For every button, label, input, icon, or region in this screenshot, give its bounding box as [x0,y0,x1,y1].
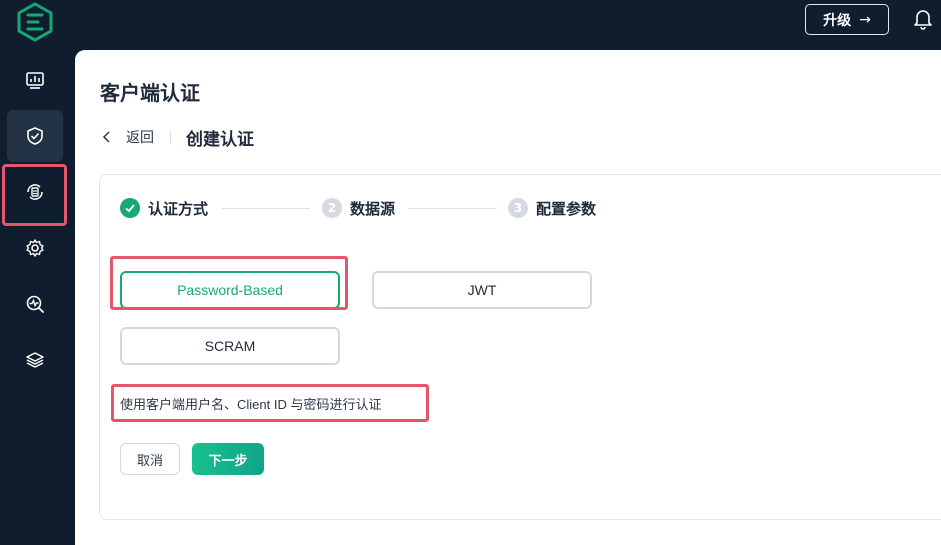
upgrade-label: 升级 [823,12,852,29]
step-data-source: 2 数据源 [322,197,395,219]
breadcrumb: 返回 创建认证 [100,126,254,150]
dashboard-icon [26,72,44,89]
upgrade-button[interactable]: 升级 → [805,4,889,35]
page-title: 客户端认证 [100,81,200,105]
sidebar-item-authentication[interactable] [7,110,63,162]
option-scram[interactable]: SCRAM [120,327,340,365]
layers-icon [26,352,44,368]
sidebar-item-management[interactable] [7,222,63,274]
step-connector [222,208,310,209]
gear-icon [26,239,44,257]
breadcrumb-divider [170,130,171,144]
check-icon [120,198,140,218]
step-number: 2 [322,198,342,218]
bell-icon[interactable] [913,8,933,30]
step-label: 认证方式 [148,199,209,218]
main-content: 客户端认证 返回 创建认证 认证方式 2 数据源 3 配置参数 Password… [75,50,941,545]
step-label: 配置参数 [536,199,597,218]
step-config: 3 配置参数 [508,197,596,219]
top-bar: 升级 → [0,0,941,50]
data-sync-icon [27,184,43,200]
option-jwt[interactable]: JWT [372,271,592,309]
steps-bar: 认证方式 2 数据源 3 配置参数 [120,197,820,219]
sidebar-item-data-integration[interactable] [7,166,63,218]
sidebar [0,50,75,545]
sidebar-item-dashboard[interactable] [7,54,63,106]
auth-description: 使用客户端用户名、Client ID 与密码进行认证 [120,397,382,412]
step-auth-method: 认证方式 [120,197,208,219]
chevron-left-icon[interactable] [100,130,114,144]
app-window: 升级 → 客户端认证 返回 创建认证 认证方式 2 数据源 3 配置参数 Pas… [0,0,941,545]
diagnose-icon [26,295,44,313]
option-password-based[interactable]: Password-Based [120,271,340,309]
sidebar-item-diagnose[interactable] [7,278,63,330]
step-label: 数据源 [350,199,396,218]
page-subtitle: 创建认证 [186,129,254,150]
cancel-button[interactable]: 取消 [120,443,180,475]
arrow-right-icon: → [859,11,871,28]
shield-check-icon [27,127,43,145]
step-connector [408,208,496,209]
back-link[interactable]: 返回 [126,127,154,147]
next-step-button[interactable]: 下一步 [192,443,264,475]
create-auth-card: 认证方式 2 数据源 3 配置参数 Password-Based JWT SCR… [99,174,941,520]
app-logo-icon[interactable] [16,2,54,42]
sidebar-item-extensions[interactable] [7,334,63,386]
step-number: 3 [508,198,528,218]
